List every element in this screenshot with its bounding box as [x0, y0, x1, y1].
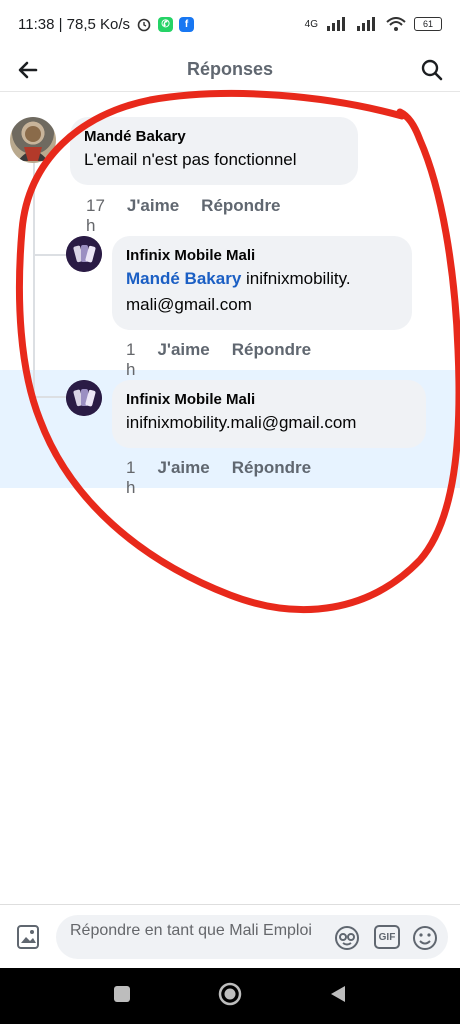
circle-icon [218, 982, 242, 1005]
back-nav-button[interactable] [329, 984, 347, 1009]
reply-input-placeholder: Répondre en tant que Mali Emploi [70, 922, 312, 939]
red-circle-annotation [15, 90, 460, 613]
photo-button[interactable] [14, 923, 42, 951]
recents-button[interactable] [113, 985, 131, 1008]
gif-icon: GIF [374, 925, 400, 949]
gif-button[interactable]: GIF [374, 925, 400, 951]
emoji-icon [413, 926, 437, 950]
photo-icon [17, 925, 39, 949]
emoji-button[interactable] [412, 925, 438, 951]
reply-composer: Répondre en tant que Mali Emploi GIF [0, 904, 460, 968]
square-icon [114, 985, 131, 1002]
avatar-sticker-button[interactable] [334, 925, 360, 951]
home-button[interactable] [218, 982, 242, 1011]
gif-label: GIF [378, 931, 396, 943]
system-navigation-bar [0, 968, 460, 1024]
reply-input[interactable]: Répondre en tant que Mali Emploi GIF [56, 915, 448, 959]
avatar-sticker-icon [335, 926, 359, 950]
triangle-back-icon [330, 985, 345, 1002]
